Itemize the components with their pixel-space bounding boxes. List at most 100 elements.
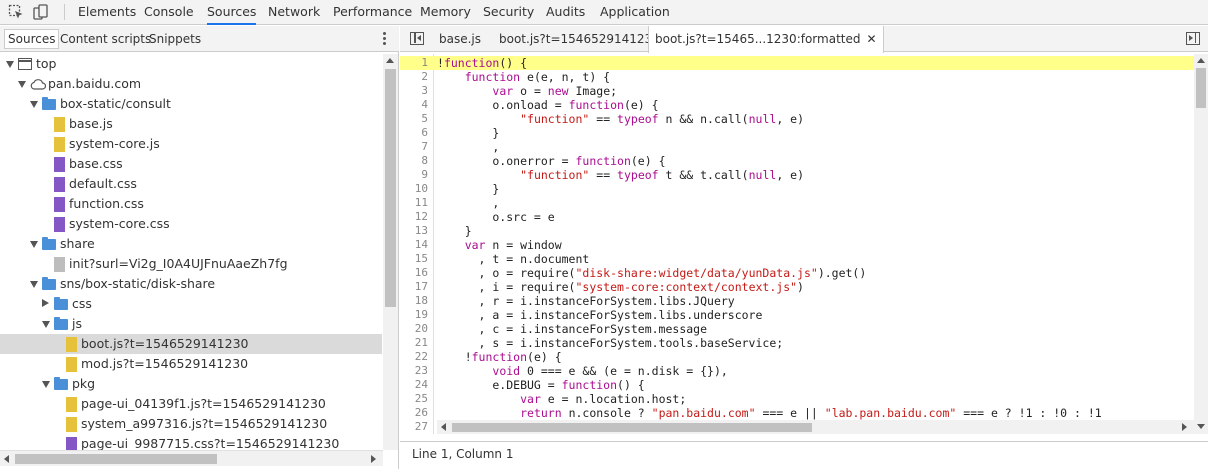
- expand-arrow-down-icon[interactable]: [6, 61, 14, 68]
- tree-file[interactable]: default.css: [0, 174, 382, 194]
- tree-file[interactable]: boot.js?t=1546529141230: [0, 334, 382, 354]
- expand-arrow-down-icon[interactable]: [42, 381, 50, 388]
- scroll-up-arrow-icon[interactable]: [1197, 58, 1205, 63]
- line-number[interactable]: 25: [400, 392, 428, 406]
- tab-console[interactable]: Console: [144, 0, 194, 25]
- tree-file[interactable]: init?surl=Vi2g_I0A4UJFnuAaeZh7fg: [0, 254, 382, 274]
- code-line[interactable]: 12 o.src = e: [400, 210, 1194, 224]
- tree-file[interactable]: base.css: [0, 154, 382, 174]
- toggle-navigator-icon[interactable]: [410, 32, 424, 45]
- tab-sources[interactable]: Sources: [207, 0, 257, 25]
- tab-security[interactable]: Security: [483, 0, 534, 25]
- navigator-tab-content-scripts[interactable]: Content scripts: [60, 31, 151, 47]
- code-line[interactable]: 1 !function() {: [400, 56, 1194, 70]
- tab-audits[interactable]: Audits: [546, 0, 585, 25]
- code-line[interactable]: 14 var n = window: [400, 238, 1194, 252]
- code-line[interactable]: 13 }: [400, 224, 1194, 238]
- line-number[interactable]: 3: [400, 84, 428, 98]
- scroll-right-arrow-icon[interactable]: [1182, 423, 1187, 431]
- tree-domain[interactable]: pan.baidu.com: [0, 74, 382, 94]
- expand-arrow-down-icon[interactable]: [18, 81, 26, 88]
- code-line[interactable]: 20 , c = i.instanceForSystem.message: [400, 322, 1194, 336]
- code-line[interactable]: 7 ,: [400, 140, 1194, 154]
- line-number[interactable]: 11: [400, 196, 428, 210]
- tree-file[interactable]: system-core.css: [0, 214, 382, 234]
- scroll-left-arrow-icon[interactable]: [441, 423, 446, 431]
- code-line[interactable]: 3 var o = new Image;: [400, 84, 1194, 98]
- editor-horizontal-scrollbar[interactable]: [437, 420, 1194, 434]
- line-number[interactable]: 1: [400, 56, 428, 70]
- scrollbar-thumb[interactable]: [452, 423, 812, 432]
- code-line[interactable]: 17 , i = require("system-core:context/co…: [400, 280, 1194, 294]
- tree-folder[interactable]: share: [0, 234, 382, 254]
- line-number[interactable]: 2: [400, 70, 428, 84]
- line-number[interactable]: 24: [400, 378, 428, 392]
- editor-tab-boot-js-formatted[interactable]: boot.js?t=15465...1230:formatted ✕: [648, 26, 884, 53]
- code-line[interactable]: 23 void 0 === e && (e = n.disk = {}),: [400, 364, 1194, 378]
- line-number[interactable]: 27: [400, 420, 428, 434]
- code-line[interactable]: 5 "function" == typeof n && n.call(null,…: [400, 112, 1194, 126]
- line-number[interactable]: 16: [400, 266, 428, 280]
- tree-file[interactable]: base.js: [0, 114, 382, 134]
- tree-file[interactable]: system-core.js: [0, 134, 382, 154]
- tree-folder[interactable]: box-static/consult: [0, 94, 382, 114]
- line-number[interactable]: 13: [400, 224, 428, 238]
- line-number[interactable]: 21: [400, 336, 428, 350]
- expand-arrow-right-icon[interactable]: [42, 299, 49, 307]
- tree-file[interactable]: page-ui_9987715.css?t=1546529141230: [0, 434, 382, 450]
- code-line[interactable]: 24 e.DEBUG = function() {: [400, 378, 1194, 392]
- code-line[interactable]: 25 var e = n.location.host;: [400, 392, 1194, 406]
- line-number[interactable]: 22: [400, 350, 428, 364]
- expand-arrow-down-icon[interactable]: [30, 281, 38, 288]
- line-number[interactable]: 4: [400, 98, 428, 112]
- code-line[interactable]: 26 return n.console ? "pan.baidu.com" ==…: [400, 406, 1194, 420]
- navigator-vertical-scrollbar[interactable]: [383, 54, 398, 450]
- editor-vertical-scrollbar[interactable]: [1194, 54, 1208, 434]
- code-line[interactable]: 2 function e(e, n, t) {: [400, 70, 1194, 84]
- code-line[interactable]: 22 !function(e) {: [400, 350, 1194, 364]
- inspect-element-icon[interactable]: [8, 4, 24, 20]
- code-line[interactable]: 10 }: [400, 182, 1194, 196]
- tree-file[interactable]: mod.js?t=1546529141230: [0, 354, 382, 374]
- code-line[interactable]: 8 o.onerror = function(e) {: [400, 154, 1194, 168]
- code-line[interactable]: 4 o.onload = function(e) {: [400, 98, 1194, 112]
- tree-file[interactable]: system_a997316.js?t=1546529141230: [0, 414, 382, 434]
- expand-arrow-down-icon[interactable]: [30, 101, 38, 108]
- navigator-tab-sources[interactable]: Sources: [4, 29, 60, 49]
- code-line[interactable]: 18 , r = i.instanceForSystem.libs.JQuery: [400, 294, 1194, 308]
- code-line[interactable]: 21 , s = i.instanceForSystem.tools.baseS…: [400, 336, 1194, 350]
- code-line[interactable]: 6 }: [400, 126, 1194, 140]
- close-icon[interactable]: ✕: [866, 26, 876, 52]
- code-line[interactable]: 15 , t = n.document: [400, 252, 1194, 266]
- tree-folder[interactable]: js: [0, 314, 382, 334]
- scrollbar-thumb[interactable]: [15, 454, 217, 464]
- line-number[interactable]: 10: [400, 182, 428, 196]
- toggle-debugger-icon[interactable]: [1186, 32, 1200, 45]
- line-number[interactable]: 5: [400, 112, 428, 126]
- tree-file[interactable]: function.css: [0, 194, 382, 214]
- code-view[interactable]: 1 !function() {2 function e(e, n, t) {3 v…: [400, 54, 1194, 434]
- code-line[interactable]: 19 , a = i.instanceForSystem.libs.unders…: [400, 308, 1194, 322]
- more-options-icon[interactable]: [380, 31, 388, 47]
- device-toolbar-icon[interactable]: [33, 4, 49, 20]
- line-number[interactable]: 18: [400, 294, 428, 308]
- scroll-right-arrow-icon[interactable]: [371, 455, 376, 463]
- line-number[interactable]: 7: [400, 140, 428, 154]
- code-line[interactable]: 11 ,: [400, 196, 1194, 210]
- scroll-up-arrow-icon[interactable]: [386, 58, 394, 63]
- line-number[interactable]: 14: [400, 238, 428, 252]
- line-number[interactable]: 26: [400, 406, 428, 420]
- code-line[interactable]: 9 "function" == typeof t && t.call(null,…: [400, 168, 1194, 182]
- tab-elements[interactable]: Elements: [78, 0, 136, 25]
- scroll-down-arrow-icon[interactable]: [1197, 424, 1205, 429]
- line-number[interactable]: 23: [400, 364, 428, 378]
- navigator-horizontal-scrollbar[interactable]: [0, 450, 383, 466]
- line-number[interactable]: 12: [400, 210, 428, 224]
- tree-file[interactable]: page-ui_04139f1.js?t=1546529141230: [0, 394, 382, 414]
- editor-tab-boot-js[interactable]: boot.js?t=1546529141230: [499, 26, 660, 52]
- line-number[interactable]: 15: [400, 252, 428, 266]
- code-line[interactable]: 16 , o = require("disk-share:widget/data…: [400, 266, 1194, 280]
- navigator-tab-snippets[interactable]: Snippets: [149, 31, 201, 47]
- tab-performance[interactable]: Performance: [333, 0, 412, 25]
- line-number[interactable]: 19: [400, 308, 428, 322]
